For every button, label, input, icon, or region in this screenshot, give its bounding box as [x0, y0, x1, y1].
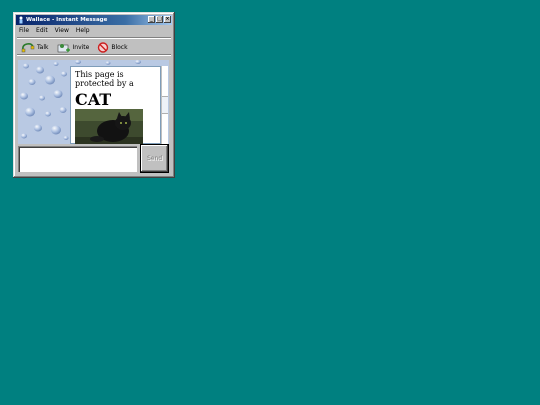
- minimize-button[interactable]: _: [148, 16, 155, 23]
- invite-icon: [57, 43, 70, 52]
- block-button[interactable]: Block: [97, 41, 128, 53]
- invite-label: Invite: [72, 43, 90, 51]
- message-text: This page is protected by a: [75, 70, 134, 88]
- window-title: Wallace - Instant Message: [26, 17, 108, 23]
- talk-label: Talk: [37, 43, 49, 51]
- talk-icon: [21, 42, 35, 52]
- message-emphasis: CAT: [75, 90, 112, 109]
- message-history-pane[interactable]: This page is protected by a CAT: [18, 60, 169, 144]
- message-input[interactable]: [18, 146, 137, 172]
- instant-message-window: Wallace - Instant Message _ □ × File Edi…: [13, 12, 175, 178]
- talk-button[interactable]: Talk: [21, 42, 49, 53]
- menu-edit[interactable]: Edit: [36, 27, 48, 35]
- close-button[interactable]: ×: [164, 16, 171, 23]
- block-icon: [98, 41, 109, 53]
- menu-divider: [17, 37, 171, 39]
- maximize-button[interactable]: □: [156, 16, 163, 23]
- menu-bar: File Edit View Help: [19, 27, 90, 35]
- menu-help[interactable]: Help: [76, 27, 90, 35]
- cat-photo: [75, 109, 143, 144]
- message-card: This page is protected by a CAT: [70, 66, 161, 144]
- menu-file[interactable]: File: [19, 27, 29, 35]
- menu-view[interactable]: View: [55, 27, 69, 35]
- toolbar-divider: [17, 54, 171, 56]
- app-icon: [19, 16, 23, 24]
- scrollbar-thumb[interactable]: [162, 96, 168, 114]
- vertical-scrollbar[interactable]: [161, 66, 168, 144]
- toolbar: Talk Invite Block: [21, 40, 136, 54]
- block-label: Block: [111, 43, 128, 51]
- invite-button[interactable]: Invite: [57, 42, 90, 53]
- title-bar[interactable]: Wallace - Instant Message _ □ ×: [16, 15, 172, 25]
- send-button[interactable]: Send: [140, 144, 169, 173]
